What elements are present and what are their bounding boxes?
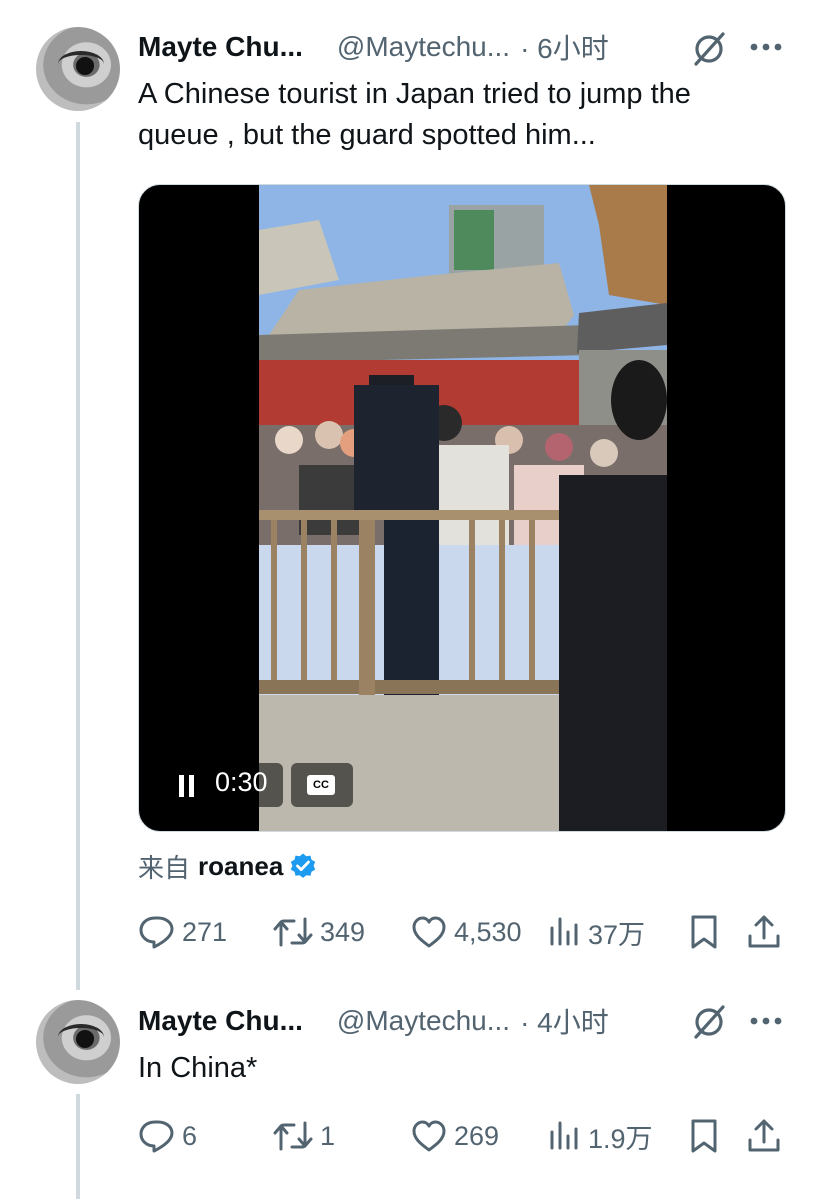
reply-button[interactable]: 6 — [138, 1116, 197, 1156]
tweet-text-line: queue , but the guard spotted him... — [138, 119, 596, 151]
tweet-time[interactable]: · 6小时 — [520, 27, 609, 67]
tweet-header: Mayte Chu... @Maytechu... · 4小时 — [138, 1004, 609, 1038]
video-frame[interactable] — [259, 185, 667, 831]
views-icon — [550, 1121, 578, 1150]
cc-label[interactable]: CC — [307, 775, 335, 795]
share-button[interactable] — [746, 1116, 788, 1156]
author-name[interactable]: Mayte Chu... — [138, 1005, 303, 1037]
tweet-2: Mayte Chu... @Maytechu... · 4小时 In China… — [0, 990, 823, 1199]
reply-count: 6 — [182, 1120, 198, 1151]
tweet-actions: 271 349 4,530 37万 — [138, 912, 788, 952]
tweet-time[interactable]: · 4小时 — [520, 1001, 609, 1041]
reply-icon — [139, 916, 174, 949]
views-icon — [550, 917, 578, 946]
views-button[interactable]: 37万 — [548, 912, 645, 952]
via-user[interactable]: roanea — [198, 851, 283, 882]
tweet-1: Mayte Chu... @Maytechu... · 6小时 A Chines… — [0, 0, 823, 990]
video-still — [259, 185, 667, 831]
tweet-text-line: A Chinese tourist in Japan tried to jump… — [138, 78, 691, 110]
tweet-text-line: In China* — [138, 1052, 258, 1084]
bookmark-button[interactable] — [688, 1116, 726, 1156]
retweet-count: 349 — [320, 916, 366, 947]
heart-icon — [412, 916, 446, 948]
avatar[interactable] — [36, 27, 120, 111]
views-count: 1.9万 — [588, 1123, 653, 1154]
like-button[interactable]: 269 — [410, 1116, 499, 1156]
reply-button[interactable]: 271 — [138, 912, 227, 952]
like-count: 4,530 — [454, 916, 522, 947]
more-icon[interactable] — [749, 1013, 783, 1029]
tweet-header: Mayte Chu... @Maytechu... · 6小时 — [138, 30, 609, 64]
source-attribution: 来自 roanea — [138, 848, 317, 884]
grok-icon[interactable] — [690, 30, 728, 68]
retweet-button[interactable]: 349 — [272, 912, 365, 952]
reply-count: 271 — [182, 916, 228, 947]
grok-icon[interactable] — [690, 1003, 728, 1041]
views-button[interactable]: 1.9万 — [548, 1116, 653, 1156]
share-button[interactable] — [746, 912, 788, 952]
tweet-actions: 6 1 269 1.9万 — [138, 1116, 788, 1156]
author-name[interactable]: Mayte Chu... — [138, 31, 303, 63]
bookmark-icon — [691, 1119, 717, 1153]
views-count: 37万 — [588, 919, 646, 950]
verified-icon — [291, 853, 316, 878]
more-icon[interactable] — [749, 39, 783, 55]
retweet-icon — [273, 917, 313, 947]
tweet-text: A Chinese tourist in Japan tried to jump… — [138, 74, 778, 156]
bookmark-icon — [691, 915, 717, 949]
pause-icon[interactable] — [177, 774, 197, 798]
thread-line — [76, 1094, 80, 1199]
video-timestamp: 0:30 — [215, 767, 268, 797]
video-player[interactable]: 0:30 CC — [138, 184, 786, 832]
retweet-icon — [273, 1121, 313, 1151]
heart-icon — [412, 1120, 446, 1152]
author-handle[interactable]: @Maytechu... — [337, 31, 510, 63]
retweet-count: 1 — [320, 1120, 336, 1151]
share-icon — [748, 915, 780, 948]
thread-line — [76, 122, 80, 990]
avatar[interactable] — [36, 1000, 120, 1084]
tweet-text: In China* — [138, 1048, 778, 1089]
bookmark-button[interactable] — [688, 912, 726, 952]
share-icon — [748, 1119, 780, 1152]
like-count: 269 — [454, 1120, 500, 1151]
like-button[interactable]: 4,530 — [410, 912, 522, 952]
reply-icon — [139, 1120, 174, 1153]
author-handle[interactable]: @Maytechu... — [337, 1005, 510, 1037]
via-label: 来自 — [138, 852, 191, 883]
retweet-button[interactable]: 1 — [272, 1116, 335, 1156]
